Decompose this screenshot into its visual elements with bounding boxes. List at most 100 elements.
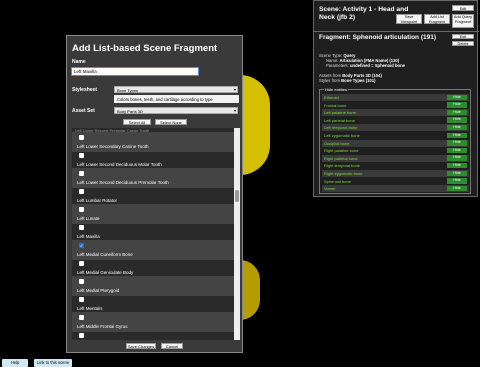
item-checkbox[interactable]: [79, 297, 84, 302]
select-all-button[interactable]: Select All: [123, 119, 151, 125]
hide-entity-button[interactable]: Hide: [447, 102, 467, 108]
cancel-button[interactable]: Cancel: [161, 343, 183, 349]
item-checkbox[interactable]: [79, 153, 84, 158]
link-to-scene-button[interactable]: Link to this scene: [34, 359, 72, 367]
entity-row: Right parietal bone Hide: [322, 154, 469, 162]
chevron-down-icon: ▾: [233, 87, 236, 92]
item-label: Left Mentalis: [77, 306, 103, 311]
parameters-value: undefined = Sphenoid bone: [349, 63, 406, 68]
entity-name: Left temporal bone: [324, 125, 358, 131]
list-item[interactable]: Left Mentalis: [72, 294, 234, 314]
item-checkbox[interactable]: [79, 225, 84, 230]
stylesheet-select[interactable]: Bone Types ▾: [114, 86, 238, 93]
add-list-fragment-button[interactable]: Add List Fragment: [424, 14, 450, 24]
entity-row: Right temporal bone Hide: [322, 162, 469, 169]
item-label: Left Medial Cuneiform Bone: [77, 252, 133, 257]
hide-entity-button[interactable]: Hide: [447, 117, 467, 123]
entity-name: Left parietal bone: [324, 117, 355, 123]
entity-row: Right palatine bone Hide: [322, 147, 469, 154]
entity-name: Left palatine bone: [324, 110, 356, 116]
hide-entities-legend: Hide entities: [324, 87, 349, 92]
entity-name: Right parietal bone: [324, 155, 358, 161]
item-checkbox[interactable]: [79, 135, 84, 140]
scene-panel: Scene: Activity 1 - Head and Neck (jfb 2…: [313, 0, 479, 197]
fragment-title: Fragment: Sphenoid articulation (191): [319, 34, 437, 41]
entity-row: Left palatine bone Hide: [322, 109, 469, 117]
add-query-fragment-button[interactable]: Add Query Fragment: [452, 14, 474, 28]
entity-row: Frontal bone Hide: [322, 102, 469, 109]
item-checkbox[interactable]: [79, 261, 84, 266]
entity-name: Right palatine bone: [324, 148, 359, 154]
name-input[interactable]: [71, 67, 199, 76]
stylesheet-description: Colors bones, teeth, and cartilage accor…: [114, 95, 239, 103]
item-label: Left Lunate: [77, 216, 100, 221]
fragment-delete-button[interactable]: Delete: [452, 41, 474, 46]
item-checkbox[interactable]: [79, 279, 84, 284]
hide-entity-button[interactable]: Hide: [447, 170, 467, 176]
item-label: Left Middle Frontal Gyrus: [77, 324, 128, 329]
list-item[interactable]: Left Middle Temporal Gyrus: [72, 330, 234, 340]
hide-entity-button[interactable]: Hide: [447, 109, 467, 116]
assetset-select-value: Body Parts 3D: [117, 109, 143, 114]
hide-entity-button[interactable]: Hide: [447, 178, 467, 184]
entity-name: Ethmoid: [324, 95, 339, 100]
assetset-label: Asset Set: [72, 108, 95, 114]
list-item[interactable]: Left Lunate: [72, 204, 234, 224]
item-checkbox[interactable]: [79, 171, 84, 176]
item-label: Left Lumbar Rotator: [77, 198, 118, 203]
select-none-button[interactable]: Select None: [155, 119, 187, 125]
list-item[interactable]: Left Lower Secondary Canine Tooth: [72, 132, 234, 152]
add-fragment-dialog: Add List-based Scene Fragment Name Style…: [66, 35, 243, 353]
item-checkbox[interactable]: [79, 315, 84, 320]
item-label: Left Medial Pterygoid: [77, 288, 120, 293]
asset-list[interactable]: Left Lower Second Premolar Crown Tooth L…: [72, 128, 240, 340]
scene-edit-button[interactable]: Edit: [452, 5, 474, 11]
item-label: Left Lower Secondary Canine Tooth: [77, 144, 149, 149]
entity-name: Right zygomatic bone: [324, 171, 363, 176]
panel-divider: [314, 31, 479, 32]
hide-entity-button[interactable]: Hide: [447, 124, 467, 131]
list-item[interactable]: Left Medial Pterygoid: [72, 276, 234, 296]
list-item[interactable]: Left Lower Second Deciduous Molar Tooth: [72, 150, 234, 170]
hide-entity-button[interactable]: Hide: [447, 140, 467, 146]
help-button[interactable]: Help: [2, 359, 28, 367]
styles-info: Styles from Bone Types (101): [319, 78, 376, 83]
entity-name: Frontal bone: [324, 102, 347, 108]
stylesheet-select-value: Bone Types: [117, 88, 139, 93]
hide-entity-button[interactable]: Hide: [447, 147, 467, 154]
entity-row: Left parietal bone Hide: [322, 117, 469, 124]
list-scrollbar[interactable]: [234, 128, 240, 340]
hide-entities-fieldset: Hide entities Ethmoid Hide Frontal bone Hid…: [319, 87, 471, 194]
hide-entity-button[interactable]: Hide: [447, 155, 467, 161]
parameters-info: Parameters: undefined = Sphenoid bone: [326, 63, 405, 68]
save-changes-button[interactable]: Save Changes: [126, 343, 156, 349]
model-viewport-shape-lower: [240, 260, 260, 320]
item-checkbox[interactable]: [79, 207, 84, 212]
assetset-select[interactable]: Body Parts 3D ▾: [114, 107, 238, 114]
save-viewpoint-button[interactable]: Save Viewpoint: [396, 14, 422, 24]
entity-name: Vomer: [324, 186, 336, 192]
list-item[interactable]: Left Lumbar Rotator: [72, 186, 234, 206]
stylesheet-label: Stylesheet: [72, 87, 98, 93]
hide-entity-button[interactable]: Hide: [447, 185, 467, 192]
styles-label: Styles from: [319, 78, 340, 83]
item-checkbox[interactable]: ✓: [79, 243, 84, 248]
entity-row: Left temporal bone Hide: [322, 124, 469, 132]
hide-entity-button[interactable]: Hide: [447, 132, 467, 138]
item-label: Left Maxilla: [77, 234, 100, 239]
hide-entity-button[interactable]: Hide: [447, 162, 467, 169]
entity-name: Occipital bone: [324, 140, 350, 146]
list-item[interactable]: ✓ Left Medial Cuneiform Bone: [72, 240, 234, 260]
scrollbar-thumb[interactable]: [235, 190, 239, 202]
item-label: Left Lower Second Deciduous Molar Tooth: [77, 162, 162, 167]
name-label: Name: [72, 59, 86, 65]
item-checkbox[interactable]: [79, 333, 84, 338]
hide-entity-button[interactable]: Hide: [447, 94, 467, 100]
fragment-edit-button[interactable]: Edit: [452, 34, 474, 39]
entity-name: Sphenoid bone: [324, 178, 351, 184]
list-item[interactable]: Left Medial Geniculate Body: [72, 258, 234, 278]
list-item[interactable]: Left Maxilla: [72, 222, 234, 242]
item-checkbox[interactable]: [79, 189, 84, 194]
list-item[interactable]: Left Lower Second Deciduous Premolar Too…: [72, 168, 234, 188]
list-item[interactable]: Left Middle Frontal Gyrus: [72, 312, 234, 332]
